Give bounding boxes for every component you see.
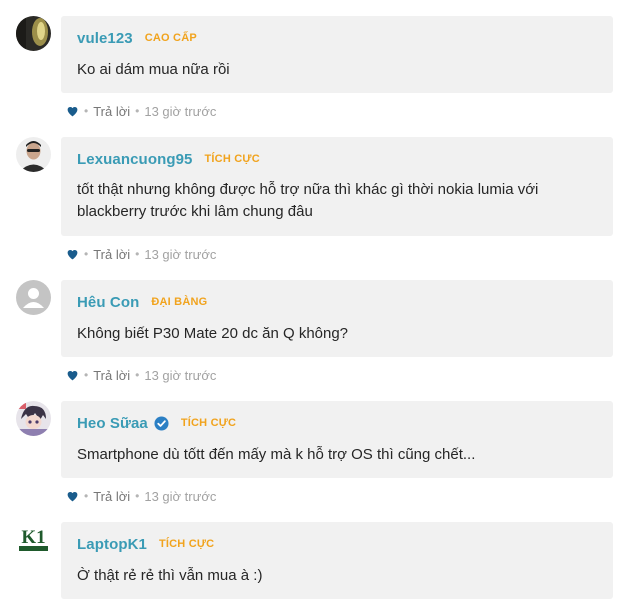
comment-time: 13 giờ trước [144, 103, 217, 119]
reply-link[interactable]: Trả lời [93, 104, 130, 119]
comment-header: LaptopK1 TÍCH CỰC [77, 522, 214, 566]
avatar[interactable] [16, 280, 51, 315]
comment-time: 13 giờ trước [144, 488, 217, 504]
comment-text: Smartphone dù tốtt đến mấy mà k hỗ trợ O… [77, 444, 597, 466]
comment-actions: • Trả lời • 13 giờ trước [66, 246, 216, 262]
username[interactable]: Hêu Con [77, 294, 139, 311]
rank-badge: ĐẠI BÀNG [151, 296, 208, 308]
comment-bubble: LaptopK1 TÍCH CỰC Ờ thật rẻ rẻ thì vẫn m… [61, 522, 613, 599]
comment-header: vule123 CAO CẤP [77, 16, 197, 60]
comment-line: Ờ thật rẻ rẻ thì vẫn mua à :) [77, 567, 263, 584]
comment-text: Ko ai dám mua nữa rồi [77, 59, 597, 81]
comment-bubble: Heo Sữaa TÍCH CỰC Smartphone dù tốtt đến… [61, 401, 613, 478]
avatar[interactable] [16, 401, 51, 436]
username[interactable]: LaptopK1 [77, 536, 147, 553]
comment-header: Lexuancuong95 TÍCH CỰC [77, 137, 260, 181]
comment-line: Không biết P30 Mate 20 dc ăn Q không? [77, 325, 349, 342]
rank-badge: TÍCH CỰC [180, 417, 237, 429]
username[interactable]: Lexuancuong95 [77, 151, 193, 168]
comment-header: Hêu Con ĐẠI BÀNG [77, 280, 207, 324]
comment-time: 13 giờ trước [144, 367, 217, 383]
comment-actions: • Trả lời • 13 giờ trước [66, 367, 216, 383]
reply-link[interactable]: Trả lời [93, 368, 130, 383]
comment-bubble: Lexuancuong95 TÍCH CỰC tốt thật nhưng kh… [61, 137, 613, 236]
laptopk1-logo-icon: K1 [16, 522, 51, 557]
comment-actions: • Trả lời • 13 giờ trước [66, 103, 216, 119]
reply-link[interactable]: Trả lời [93, 489, 130, 504]
comment-bubble: Hêu Con ĐẠI BÀNG Không biết P30 Mate 20 … [61, 280, 613, 357]
reply-link[interactable]: Trả lời [93, 247, 130, 262]
comment-text: Ờ thật rẻ rẻ thì vẫn mua à :) [77, 565, 597, 587]
rank-badge: TÍCH CỰC [204, 153, 260, 165]
avatar[interactable]: K1 [16, 522, 51, 557]
verified-badge-icon [154, 415, 169, 431]
comment-text: Không biết P30 Mate 20 dc ăn Q không? [77, 323, 597, 345]
comment-actions: • Trả lời • 13 giờ trước [66, 488, 216, 504]
rank-badge: TÍCH CỰC [158, 538, 215, 550]
rank-badge: CAO CẤP [144, 32, 197, 44]
comment-bubble: vule123 CAO CẤP Ko ai dám mua nữa rồi [61, 16, 613, 93]
comment-time: 13 giờ trước [144, 246, 217, 262]
heart-icon[interactable] [66, 248, 79, 260]
username[interactable]: vule123 [77, 30, 133, 47]
svg-text:K1: K1 [21, 527, 45, 548]
avatar[interactable] [16, 16, 51, 51]
heart-icon[interactable] [66, 369, 79, 381]
comment-text: tốt thật nhưng không được hỗ trợ nữa thì… [77, 179, 597, 223]
comment-line: Ko ai dám mua nữa rồi [77, 61, 230, 78]
comment-header: Heo Sữaa TÍCH CỰC [77, 401, 236, 445]
heart-icon[interactable] [66, 490, 79, 502]
comment-line: Smartphone dù tốtt đến mấy mà k hỗ trợ O… [77, 446, 476, 463]
avatar[interactable] [16, 137, 51, 172]
heart-icon[interactable] [66, 105, 79, 117]
comment-line: tốt thật nhưng không được hỗ trợ nữa thì… [77, 181, 539, 198]
comment-line: blackberry trước khi lâm chung đâu [77, 203, 313, 220]
username[interactable]: Heo Sữaa [77, 415, 148, 432]
